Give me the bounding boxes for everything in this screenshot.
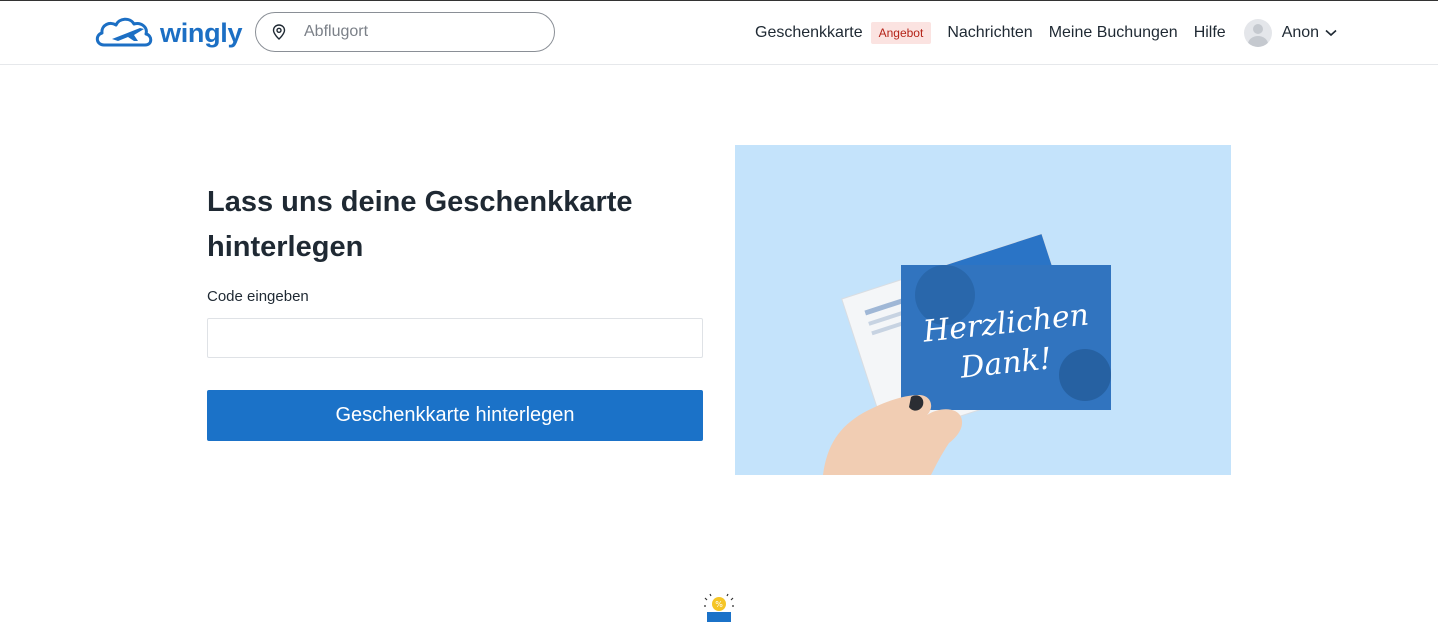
page-title: Lass uns deine Geschenkkarte hinterlegen: [207, 186, 633, 263]
offer-badge[interactable]: Angebot: [870, 22, 932, 44]
user-menu[interactable]: Anon: [1243, 19, 1337, 47]
giftcard-code-input[interactable]: [207, 318, 703, 358]
svg-text:%: %: [715, 600, 723, 609]
nav-messages[interactable]: Nachrichten: [947, 24, 1032, 42]
cloud-plane-icon: [95, 17, 153, 47]
departure-search-input[interactable]: [304, 23, 544, 41]
departure-search[interactable]: [255, 12, 555, 52]
nav-giftcard[interactable]: Geschenkkarte: [755, 24, 863, 42]
logo-text: wingly: [160, 17, 243, 48]
submit-giftcard-button[interactable]: Geschenkkarte hinterlegen: [207, 390, 703, 441]
nav-bookings[interactable]: Meine Buchungen: [1049, 24, 1178, 42]
chevron-down-icon: [1325, 29, 1337, 37]
avatar: [1243, 19, 1272, 47]
giftcard-illustration: Herzlichen Dank!: [735, 145, 1231, 475]
site-header: wingly Geschenkkarte Angebot Nachrichten…: [0, 1, 1438, 65]
giftcard-hand-image: Herzlichen Dank!: [823, 233, 1111, 475]
main-nav: Geschenkkarte Angebot Nachrichten Meine …: [755, 13, 1337, 53]
user-name: Anon: [1281, 24, 1320, 41]
wingly-logo[interactable]: wingly: [94, 15, 243, 51]
discount-gift-icon: %: [704, 593, 734, 622]
location-pin-icon: [272, 24, 286, 40]
code-label: Code eingeben: [207, 288, 309, 305]
nav-help[interactable]: Hilfe: [1194, 24, 1226, 42]
